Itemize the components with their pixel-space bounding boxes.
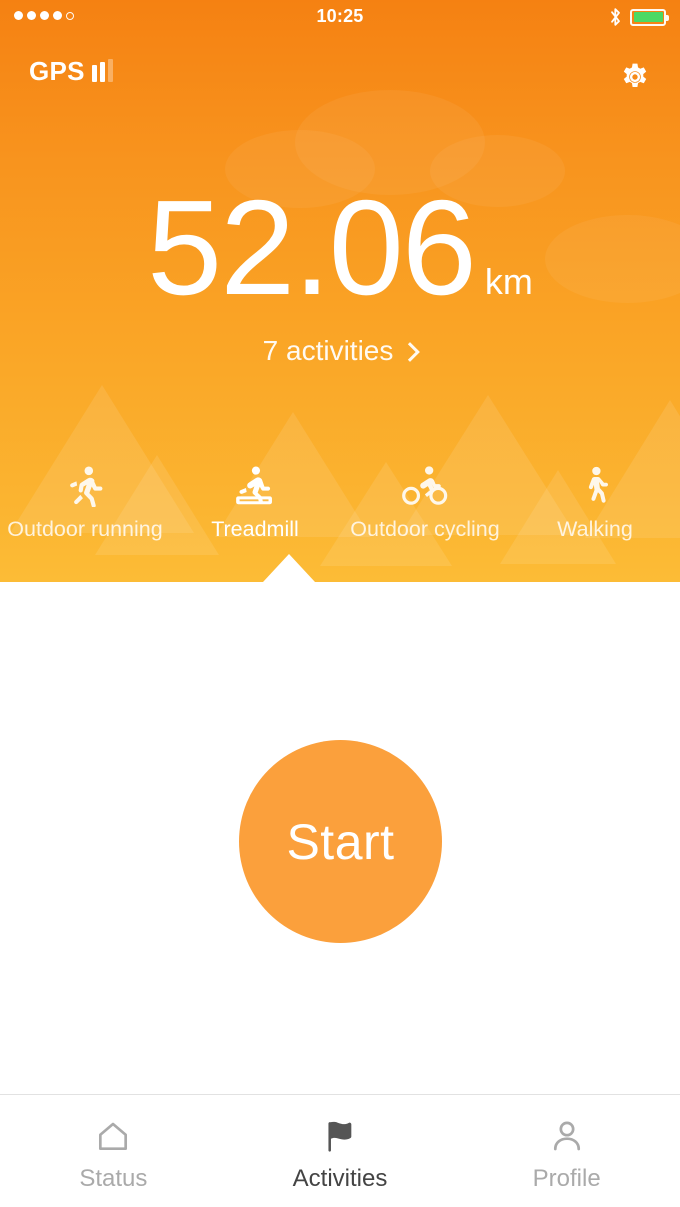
flag-icon (321, 1115, 359, 1157)
status-bar-right (608, 7, 669, 27)
bluetooth-icon (611, 8, 620, 26)
distance-unit: km (484, 261, 533, 302)
activities-count-label: 7 activities (262, 335, 394, 366)
treadmill-icon (233, 463, 277, 507)
start-button-label: Start (286, 813, 395, 870)
activity-label: Outdoor cycling (350, 517, 500, 541)
bottom-tab-bar: Status Activities Profile (0, 1094, 680, 1207)
app-navigation-bar: GPS (0, 52, 680, 112)
gps-signal-icon (91, 59, 113, 84)
activity-label: Treadmill (211, 517, 299, 541)
main-content: Start (0, 582, 680, 1095)
header-panel: 10:25 GPS 52.06 km 7 activities Outdoor … (0, 0, 680, 582)
activity-option-outdoor-running[interactable]: Outdoor running (0, 463, 170, 542)
activity-type-selector: Outdoor running Treadmill Outdoor cyclin… (0, 463, 680, 542)
settings-button[interactable] (612, 54, 658, 100)
activity-label: Walking (557, 517, 633, 541)
tab-activities[interactable]: Activities (227, 1095, 454, 1207)
status-bar-time: 10:25 (316, 6, 364, 26)
app-screen: 10:25 GPS 52.06 km 7 activities Outdoor … (0, 0, 680, 1207)
walking-icon (578, 463, 612, 507)
activity-option-treadmill[interactable]: Treadmill (170, 463, 340, 542)
gear-icon (623, 63, 647, 87)
running-icon (66, 463, 104, 507)
status-bar: 10:25 (0, 0, 680, 36)
battery-icon (630, 8, 669, 26)
tab-label: Status (79, 1165, 148, 1192)
gps-label: GPS (29, 56, 85, 86)
tab-label: Profile (532, 1165, 601, 1192)
tab-profile[interactable]: Profile (453, 1095, 680, 1207)
chevron-right-icon (400, 342, 421, 362)
tab-status[interactable]: Status (0, 1095, 227, 1207)
tab-label: Activities (292, 1165, 388, 1192)
activity-label: Outdoor running (7, 517, 163, 541)
gps-status: GPS (29, 58, 113, 84)
activity-option-outdoor-cycling[interactable]: Outdoor cycling (340, 463, 510, 542)
distance-value: 52.06 (147, 172, 477, 323)
person-icon (548, 1115, 586, 1157)
start-button[interactable]: Start (239, 740, 442, 943)
distance-line: 52.06 km (0, 180, 680, 315)
selected-activity-indicator (263, 554, 315, 582)
cycling-icon (401, 463, 449, 507)
activities-count-link[interactable]: 7 activities (262, 335, 421, 367)
home-icon (94, 1115, 132, 1157)
distance-summary: 52.06 km 7 activities (0, 180, 680, 367)
activity-option-walking[interactable]: Walking (510, 463, 680, 542)
